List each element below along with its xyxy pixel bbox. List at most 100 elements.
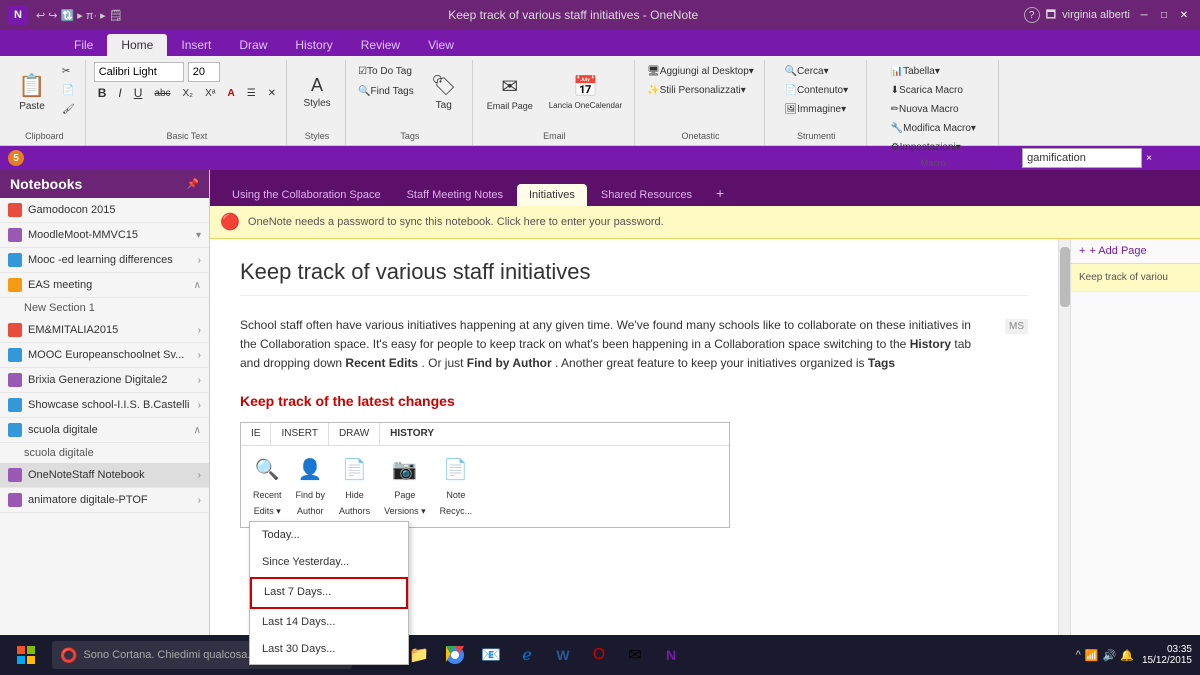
impostazioni-button[interactable]: ⚙ Impostazioni ▾ [887, 138, 980, 156]
notebook-scuola[interactable]: scuola digitale ∧ [0, 418, 209, 443]
email-page-button[interactable]: ✉ Email Page [481, 62, 539, 122]
page-content: Keep track of various staff initiatives … [210, 239, 1200, 675]
embedded-tab-draw[interactable]: DRAW [329, 423, 380, 445]
notebook-onenotestaf[interactable]: OneNoteStaff Notebook › [0, 463, 209, 488]
strikethrough-button[interactable]: abc [150, 84, 174, 102]
tab-shared[interactable]: Shared Resources [589, 184, 704, 206]
font-size-input[interactable] [188, 62, 220, 82]
todo-tag-button[interactable]: ☑ To Do Tag [354, 62, 418, 80]
search-close-btn[interactable]: × [1146, 153, 1152, 164]
copy-button[interactable]: 📄 [58, 81, 79, 99]
tab-initiatives[interactable]: Initiatives [517, 184, 587, 206]
note-recycle-button[interactable]: 📄 Note Recyc... [436, 452, 477, 521]
notebook-mooc-ed[interactable]: Mooc -ed learning differences › [0, 248, 209, 273]
password-bar[interactable]: 🔴 OneNote needs a password to sync this … [210, 206, 1200, 239]
last-30-days-option[interactable]: Last 30 Days... [250, 636, 408, 664]
tab-file[interactable]: File [60, 34, 107, 56]
tags-bold: Tags [868, 356, 895, 370]
modifica-macro-button[interactable]: 🔧 Modifica Macro ▾ [887, 119, 980, 137]
notebook-moodlemoot[interactable]: MoodleMoot-MMVC15 ▾ [0, 223, 209, 248]
tag-button[interactable]: 🏷 Tag [422, 62, 466, 122]
bold-button[interactable]: B [94, 84, 111, 102]
since-yesterday-option[interactable]: Since Yesterday... [250, 549, 408, 577]
notebook-showcase[interactable]: Showcase school-I.I.S. B.Castelli › [0, 393, 209, 418]
contenuto-button[interactable]: 📄 Contenuto ▾ [780, 81, 852, 99]
notification-icon[interactable]: 🔔 [1120, 649, 1134, 662]
minimize-restore-btn[interactable]: 🗖 [1046, 6, 1056, 25]
last-7-days-option[interactable]: Last 7 Days... [250, 577, 408, 609]
notebook-color-dot [8, 373, 22, 387]
notebook-em-mitalia[interactable]: EM&MITALIA2015 › [0, 318, 209, 343]
recent-edits-button[interactable]: 🔍 Recent Edits ▾ Today... Since Yesterda… [249, 452, 286, 521]
tab-insert[interactable]: Insert [167, 34, 225, 56]
notebook-animatore[interactable]: animatore digitale-PTOF › [0, 488, 209, 513]
onenote-taskbar-btn[interactable]: N [656, 640, 686, 670]
find-by-author-button[interactable]: 👤 Find by Author [292, 452, 330, 521]
search-input[interactable] [1022, 148, 1142, 168]
chevron-icon[interactable]: ^ [1076, 649, 1081, 661]
notebook-eas[interactable]: EAS meeting ∧ [0, 273, 209, 298]
notebook-new-section[interactable]: New Section 1 [0, 298, 209, 318]
start-button[interactable] [8, 637, 44, 673]
scrollbar[interactable] [1058, 239, 1070, 675]
align-button[interactable]: ☰ [243, 84, 260, 102]
clear-format-button[interactable]: ✕ [264, 84, 280, 102]
underline-button[interactable]: U [130, 84, 147, 102]
body-text-3: . Or just [421, 356, 466, 370]
versions-icon: 📷 [392, 454, 417, 486]
gmail-btn[interactable]: 📧 [476, 640, 506, 670]
tab-view[interactable]: View [414, 34, 468, 56]
font-color-button[interactable]: A [223, 84, 238, 102]
immagine-button[interactable]: 🖼 Immagine ▾ [780, 100, 852, 118]
tab-staff-meeting[interactable]: Staff Meeting Notes [395, 184, 515, 206]
embedded-tab-insert[interactable]: INSERT [271, 423, 329, 445]
tab-home[interactable]: Home [107, 34, 167, 56]
tab-review[interactable]: Review [347, 34, 414, 56]
paste-button[interactable]: 📋 Paste [10, 62, 54, 122]
scrollbar-thumb[interactable] [1060, 247, 1070, 307]
opera-btn[interactable]: O [584, 640, 614, 670]
volume-icon[interactable]: 🔊 [1103, 649, 1117, 662]
embedded-tab-history[interactable]: HISTORY [380, 423, 444, 445]
add-page-button[interactable]: + + Add Page [1071, 239, 1200, 264]
tabella-button[interactable]: 📊 Tabella ▾ [887, 62, 980, 80]
embedded-tab-ie[interactable]: IE [241, 423, 271, 445]
launch-calendar-button[interactable]: 📅 Lancia OneCalendar [543, 62, 628, 122]
add-section-btn[interactable]: + [706, 180, 734, 206]
network-icon[interactable]: 📶 [1085, 649, 1099, 662]
tab-history[interactable]: History [281, 34, 346, 56]
last-14-days-option[interactable]: Last 14 Days... [250, 609, 408, 637]
chrome-btn[interactable] [440, 640, 470, 670]
notebook-brixia[interactable]: Brixia Generazione Digitale2 › [0, 368, 209, 393]
nuova-macro-button[interactable]: ✏ Nuova Macro [887, 100, 980, 118]
italic-button[interactable]: I [114, 84, 125, 102]
find-tags-button[interactable]: 🔍 Find Tags [354, 82, 418, 100]
notebook-gamodocon[interactable]: Gamodocon 2015 [0, 198, 209, 223]
help-icon[interactable]: ? [1024, 7, 1040, 23]
tab-draw[interactable]: Draw [225, 34, 281, 56]
notebook-scuola-sub[interactable]: scuola digitale [0, 443, 209, 463]
email-btn[interactable]: ✉ [620, 640, 650, 670]
pin-icon[interactable]: 📌 [187, 179, 199, 190]
scarica-button[interactable]: ⬇ Scarica Macro [887, 81, 980, 99]
notebook-mooc-euro[interactable]: MOOC Europeanschoolnet Sv... › [0, 343, 209, 368]
word-btn[interactable]: W [548, 640, 578, 670]
page-versions-button[interactable]: 📷 Page Versions ▾ [380, 452, 430, 521]
font-name-input[interactable] [94, 62, 184, 82]
format-painter-button[interactable]: 🖌 [58, 100, 79, 118]
today-option[interactable]: Today... [250, 522, 408, 550]
aggiungi-button[interactable]: 🖥 Aggiungi al Desktop ▾ [643, 62, 758, 80]
superscript-button[interactable]: Xᵃ [201, 84, 219, 102]
subscript-button[interactable]: X₂ [179, 84, 198, 102]
page-list-item[interactable]: Keep track of variou [1071, 264, 1200, 292]
edge-btn[interactable]: ℯ [512, 640, 542, 670]
tab-collaboration[interactable]: Using the Collaboration Space [220, 184, 393, 206]
minimize-btn[interactable]: ─ [1136, 7, 1152, 23]
hide-authors-button[interactable]: 📄 Hide Authors [335, 452, 374, 521]
stili-button[interactable]: ✨ Stili Personalizzati ▾ [643, 81, 758, 99]
cerca-button[interactable]: 🔍 Cerca ▾ [780, 62, 852, 80]
cut-button[interactable]: ✂ [58, 62, 79, 80]
close-btn[interactable]: ✕ [1176, 7, 1192, 23]
styles-button[interactable]: A Styles [295, 62, 339, 122]
maximize-btn[interactable]: □ [1156, 7, 1172, 23]
